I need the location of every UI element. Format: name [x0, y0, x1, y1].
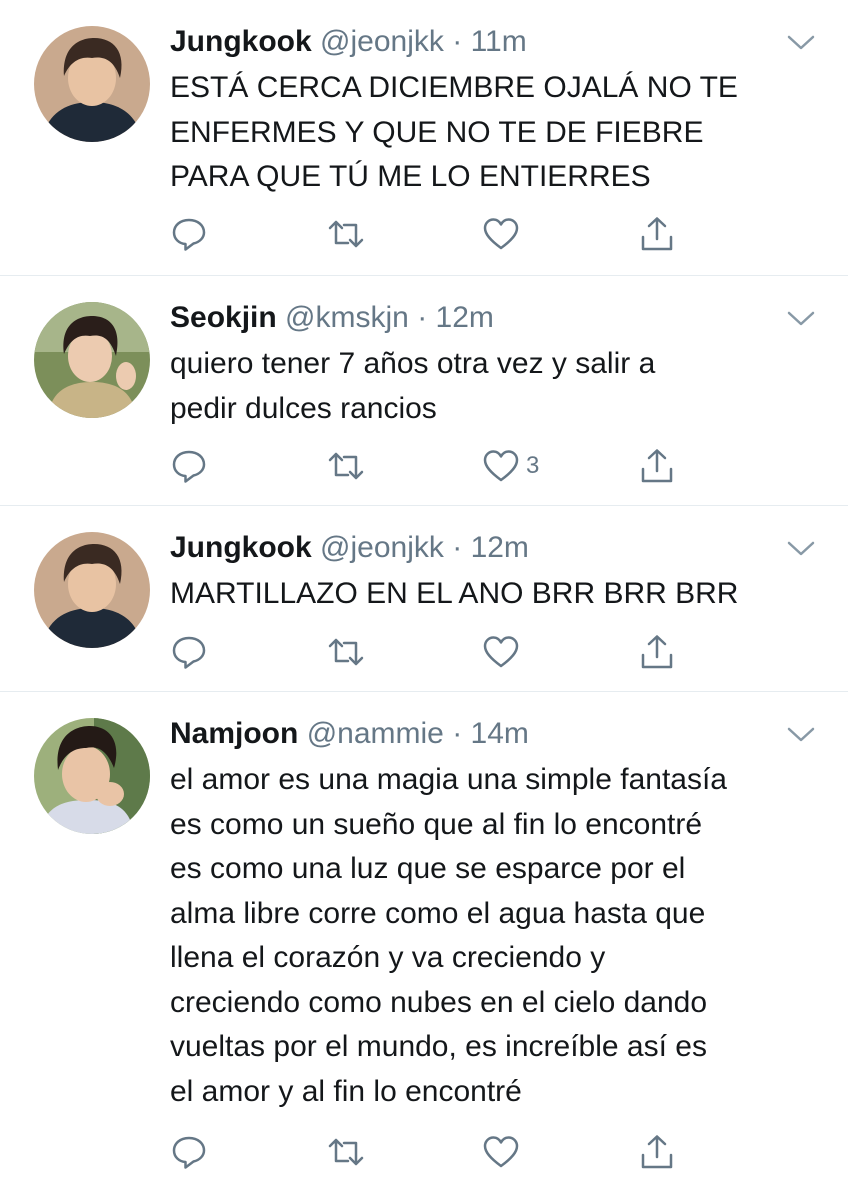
heart-icon	[483, 1136, 519, 1168]
retweet-icon	[328, 452, 364, 480]
timestamp[interactable]: 12m	[471, 531, 529, 564]
heart-icon	[483, 636, 519, 668]
avatar[interactable]	[34, 532, 150, 648]
tweet[interactable]: Jungkook @jeonjkk · 12m MARTILLAZO EN EL…	[0, 506, 848, 692]
tweet-text-line: el amor y al fin lo encontré	[170, 1074, 522, 1108]
tweet[interactable]: Namjoon @nammie · 14m el amor es una mag…	[0, 692, 848, 1200]
heart-icon	[483, 450, 519, 482]
tweet-text-line: ENFERMES Y QUE NO TE DE FIEBRE	[170, 115, 704, 149]
share-icon	[641, 217, 673, 251]
avatar[interactable]	[34, 26, 150, 142]
retweet-icon	[328, 220, 364, 248]
avatar[interactable]	[34, 302, 150, 418]
share-icon	[641, 449, 673, 483]
tweet-text-line: es como una luz que se esparce por el	[170, 852, 686, 885]
tweet-text-line: llena el corazón y va creciendo y	[170, 941, 606, 974]
display-name[interactable]: Namjoon	[170, 717, 298, 750]
tweet-text-line: creciendo como nubes en el cielo dando	[170, 985, 708, 1019]
timestamp[interactable]: 11m	[471, 25, 527, 58]
share-button[interactable]	[638, 1130, 676, 1174]
timestamp[interactable]: 14m	[471, 717, 529, 750]
tweet-actions: 3	[170, 444, 690, 488]
tweet-text: quiero tener 7 años otra vez y salir a p…	[170, 342, 820, 431]
tweet-text-line: PARA QUE TÚ ME LO ENTIERRES	[170, 160, 651, 193]
separator: ·	[452, 25, 463, 58]
share-button[interactable]	[638, 630, 676, 674]
tweet-text-line: es como un sueño que al fin lo encontré	[170, 807, 703, 841]
handle[interactable]: @jeonjkk	[320, 25, 444, 58]
tweet-text-line: el amor es una magia una simple fantasía	[170, 763, 727, 796]
tweet-text: el amor es una magia una simple fantasía…	[170, 758, 820, 1114]
tweet-header: Jungkook @jeonjkk · 12m	[170, 528, 529, 568]
reply-button[interactable]	[170, 1130, 208, 1174]
tweet-header: Namjoon @nammie · 14m	[170, 714, 529, 754]
tweet-header: Jungkook @jeonjkk · 11m	[170, 22, 527, 62]
reply-icon	[172, 1136, 206, 1169]
display-name[interactable]: Jungkook	[170, 531, 312, 564]
chevron-down-icon[interactable]	[786, 540, 816, 558]
reply-button[interactable]	[170, 444, 208, 488]
retweet-icon	[328, 1138, 364, 1166]
tweet[interactable]: Seokjin @kmskjn · 12m quiero tener 7 año…	[0, 276, 848, 506]
tweet-text-line: ESTÁ CERCA DICIEMBRE OJALÁ NO TE	[170, 71, 738, 104]
share-icon	[641, 635, 673, 669]
handle[interactable]: @kmskjn	[285, 301, 409, 334]
separator: ·	[452, 717, 463, 750]
tweet-header: Seokjin @kmskjn · 12m	[170, 298, 494, 338]
share-icon	[641, 1135, 673, 1169]
display-name[interactable]: Seokjin	[170, 301, 277, 334]
like-button[interactable]	[482, 1130, 526, 1174]
tweet-text: MARTILLAZO EN EL ANO BRR BRR BRR	[170, 572, 820, 617]
avatar[interactable]	[34, 718, 150, 834]
tweet-actions	[170, 630, 690, 674]
chevron-down-icon[interactable]	[786, 310, 816, 328]
tweet-text-line: MARTILLAZO EN EL ANO BRR BRR BRR	[170, 577, 739, 610]
like-button[interactable]	[482, 212, 526, 256]
heart-icon	[483, 218, 519, 250]
reply-icon	[172, 450, 206, 483]
handle[interactable]: @jeonjkk	[320, 531, 444, 564]
retweet-button[interactable]	[326, 630, 366, 674]
tweet-actions	[170, 1130, 690, 1174]
timeline: Jungkook @jeonjkk · 11m ESTÁ CERCA DICIE…	[0, 0, 848, 1200]
chevron-down-icon[interactable]	[786, 726, 816, 744]
reply-icon	[172, 218, 206, 251]
chevron-down-icon[interactable]	[786, 34, 816, 52]
separator: ·	[452, 531, 463, 564]
reply-button[interactable]	[170, 630, 208, 674]
like-button[interactable]	[482, 630, 526, 674]
tweet-actions	[170, 212, 690, 256]
like-count: 3	[526, 452, 540, 479]
reply-icon	[172, 636, 206, 669]
tweet-text: ESTÁ CERCA DICIEMBRE OJALÁ NO TE ENFERME…	[170, 66, 820, 200]
timestamp[interactable]: 12m	[436, 301, 494, 334]
retweet-button[interactable]	[326, 444, 366, 488]
retweet-button[interactable]	[326, 212, 366, 256]
like-button[interactable]: 3	[482, 444, 539, 488]
tweet[interactable]: Jungkook @jeonjkk · 11m ESTÁ CERCA DICIE…	[0, 0, 848, 276]
handle[interactable]: @nammie	[307, 717, 444, 750]
reply-button[interactable]	[170, 212, 208, 256]
tweet-text-line: vueltas por el mundo, es increíble así e…	[170, 1030, 707, 1063]
share-button[interactable]	[638, 212, 676, 256]
share-button[interactable]	[638, 444, 676, 488]
separator: ·	[417, 301, 428, 334]
tweet-text-line: pedir dulces rancios	[170, 391, 437, 425]
display-name[interactable]: Jungkook	[170, 25, 312, 58]
tweet-text-line: quiero tener 7 años otra vez y salir a	[170, 347, 656, 380]
tweet-text-line: alma libre corre como el agua hasta que	[170, 896, 706, 930]
retweet-button[interactable]	[326, 1130, 366, 1174]
retweet-icon	[328, 638, 364, 666]
